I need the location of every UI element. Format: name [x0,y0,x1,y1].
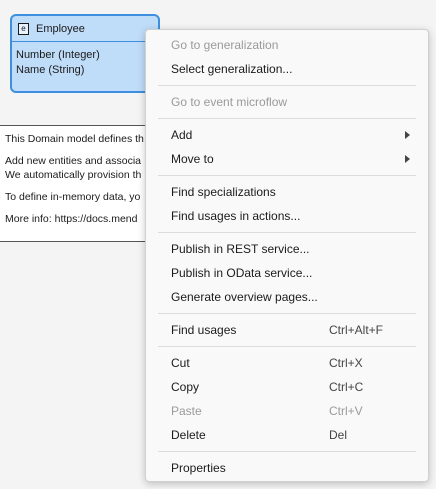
attribute-number[interactable]: Number (Integer) [16,48,158,63]
menu-item-label: Publish in OData service... [171,266,313,280]
menu-item-shortcut: Ctrl+C [329,380,364,394]
menu-item-label: Copy [171,380,200,394]
menu-item-shortcut: Ctrl+Alt+F [329,323,384,337]
menu-item-label: Move to [171,152,214,166]
menu-item-shortcut: Ctrl+V [329,404,363,418]
menu-separator [158,313,416,314]
menu-item-label: Cut [171,356,190,370]
menu-separator [158,232,416,233]
menu-item-label: Delete [171,428,206,442]
menu-item-shortcut: Ctrl+X [329,356,363,370]
attribute-name[interactable]: Name (String) [16,63,158,78]
menu-item-go-to-event-microflow: Go to event microflow [146,90,428,114]
menu-item-paste: Paste Ctrl+V [146,399,428,423]
menu-item-go-to-generalization: Go to generalization [146,33,428,57]
menu-item-label: Generate overview pages... [171,290,318,304]
menu-item-publish-in-odata-service[interactable]: Publish in OData service... [146,261,428,285]
submenu-arrow-icon [405,131,410,139]
menu-item-find-usages[interactable]: Find usages Ctrl+Alt+F [146,318,428,342]
menu-item-select-generalization[interactable]: Select generalization... [146,57,428,81]
entity-header[interactable]: e Employee [12,16,158,42]
menu-item-label: Go to event microflow [171,95,288,109]
menu-item-move-to[interactable]: Move to [146,147,428,171]
menu-item-label: Add [171,128,193,142]
menu-item-cut[interactable]: Cut Ctrl+X [146,351,428,375]
entity-employee[interactable]: e Employee Number (Integer) Name (String… [10,14,160,93]
menu-item-find-usages-in-actions[interactable]: Find usages in actions... [146,204,428,228]
menu-item-publish-in-rest-service[interactable]: Publish in REST service... [146,237,428,261]
menu-item-label: Find usages in actions... [171,209,301,223]
menu-separator [158,118,416,119]
menu-item-label: Properties [171,461,226,475]
menu-item-shortcut: Del [329,428,348,442]
submenu-arrow-icon [405,155,410,163]
menu-item-label: Select generalization... [171,62,293,76]
menu-item-generate-overview-pages[interactable]: Generate overview pages... [146,285,428,309]
menu-separator [158,451,416,452]
menu-item-add[interactable]: Add [146,123,428,147]
menu-item-label: Go to generalization [171,38,279,52]
entity-attributes: Number (Integer) Name (String) [12,42,158,78]
menu-separator [158,346,416,347]
menu-item-find-specializations[interactable]: Find specializations [146,180,428,204]
menu-item-label: Publish in REST service... [171,242,310,256]
entity-icon: e [18,22,29,35]
menu-separator [158,175,416,176]
menu-item-label: Find specializations [171,185,276,199]
menu-item-label: Paste [171,404,202,418]
menu-item-properties[interactable]: Properties [146,456,428,480]
entity-title: Employee [36,22,85,35]
menu-item-delete[interactable]: Delete Del [146,423,428,447]
menu-separator [158,85,416,86]
context-menu: Go to generalization Select generalizatio… [145,29,429,482]
menu-item-copy[interactable]: Copy Ctrl+C [146,375,428,399]
